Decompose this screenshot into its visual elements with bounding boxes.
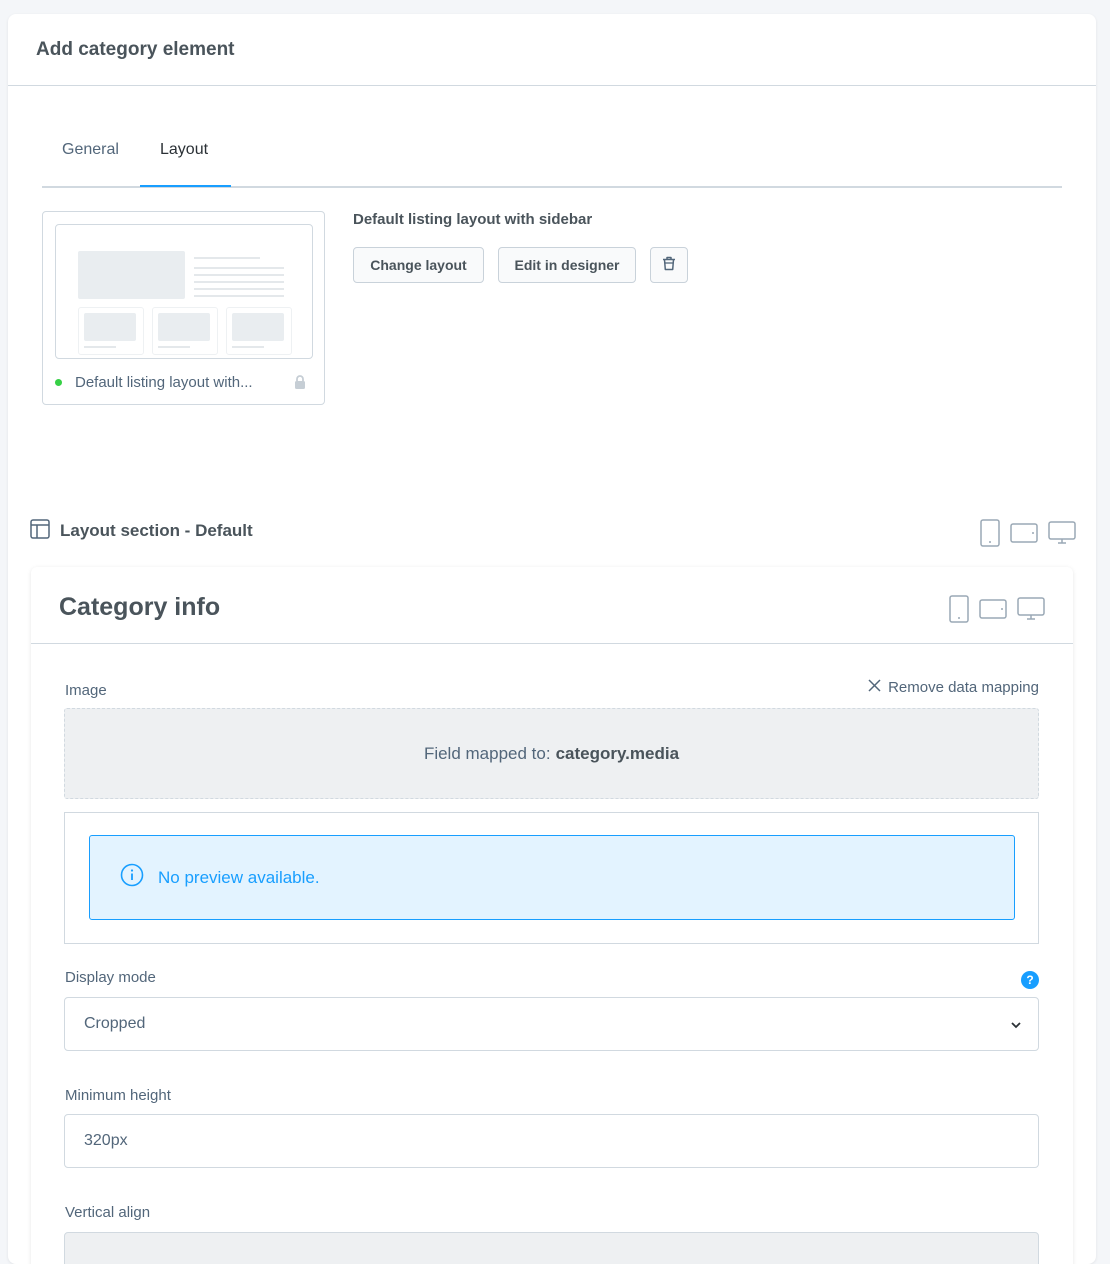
layout-card[interactable]: Default listing layout with... — [42, 211, 325, 405]
block-device-toggles — [949, 595, 1045, 628]
layout-card-footer: Default listing layout with... — [55, 372, 312, 392]
field-mapped-box: Field mapped to: category.media — [64, 708, 1039, 799]
vertical-align-label: Vertical align — [65, 1204, 151, 1221]
modal-header: Add category element — [8, 14, 1096, 86]
edit-in-designer-button[interactable]: Edit in designer — [498, 247, 636, 283]
display-mode-select[interactable]: Cropped — [64, 997, 1039, 1051]
tab-layout[interactable]: Layout — [160, 124, 208, 188]
mobile-icon[interactable] — [949, 595, 969, 628]
status-dot — [55, 378, 62, 386]
layout-section-header: Layout section - Default — [30, 518, 1076, 547]
min-height-input[interactable]: 320px — [64, 1114, 1039, 1168]
layout-name: Default listing layout with sidebar — [353, 211, 593, 228]
min-height-value: 320px — [84, 1132, 128, 1149]
remove-data-mapping-label: Remove data mapping — [888, 679, 1039, 696]
lock-icon — [294, 374, 306, 394]
tablet-icon[interactable] — [1010, 523, 1038, 548]
active-tab-indicator — [140, 185, 231, 187]
close-icon — [868, 679, 881, 696]
desktop-icon[interactable] — [1048, 521, 1076, 550]
help-icon[interactable]: ? — [1021, 971, 1039, 989]
change-layout-button[interactable]: Change layout — [353, 247, 484, 283]
delete-layout-button[interactable] — [650, 247, 688, 283]
no-preview-alert: No preview available. — [89, 835, 1015, 920]
tablet-icon[interactable] — [979, 599, 1007, 624]
block-card-header: Category info — [31, 567, 1073, 644]
block-card: Category info Image Remove data mapping — [31, 567, 1073, 1264]
chevron-down-icon — [1010, 1018, 1022, 1036]
info-icon — [120, 863, 144, 892]
tab-bar: General Layout — [42, 124, 1062, 188]
layout-section-icon — [30, 518, 50, 544]
trash-icon — [662, 256, 676, 274]
display-mode-label: Display mode — [65, 969, 156, 986]
modal-title: Add category element — [36, 38, 235, 60]
mapped-field: category.media — [555, 743, 680, 763]
no-preview-text: No preview available. — [158, 867, 320, 887]
tab-general[interactable]: General — [62, 124, 119, 188]
layout-preview-thumbnail — [55, 224, 313, 359]
section-device-toggles — [980, 519, 1076, 552]
block-title: Category info — [59, 593, 221, 621]
min-height-label: Minimum height — [65, 1087, 171, 1104]
desktop-icon[interactable] — [1017, 597, 1045, 626]
mapped-prefix: Field mapped to: — [423, 743, 551, 763]
image-label: Image — [65, 682, 107, 699]
section-title: Layout section - Default — [60, 521, 253, 540]
modal-card: Add category element General Layout Defa… — [8, 14, 1096, 1264]
layout-card-label: Default listing layout with... — [75, 373, 253, 391]
display-mode-value: Cropped — [84, 1015, 146, 1032]
mobile-icon[interactable] — [980, 519, 1000, 552]
remove-data-mapping-link[interactable]: Remove data mapping — [868, 679, 1039, 696]
image-preview-box: No preview available. — [64, 812, 1039, 944]
vertical-align-select[interactable] — [64, 1232, 1039, 1264]
